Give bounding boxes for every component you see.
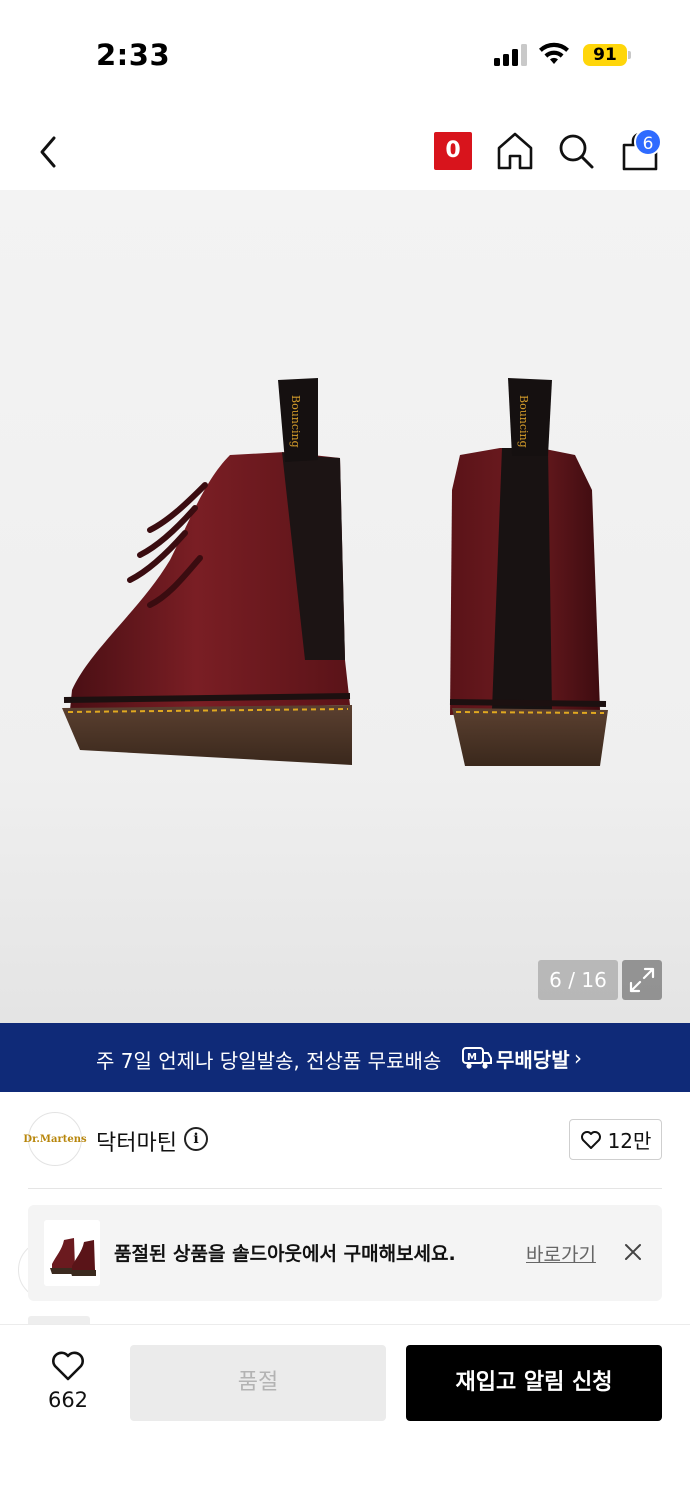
- battery-nub: [628, 51, 631, 59]
- delivery-logo-text: 무배당발: [496, 1047, 570, 1072]
- battery-indicator: 91: [583, 44, 627, 66]
- delivery-logo: M 무배당발: [462, 1043, 570, 1073]
- delivery-logo-mark: M: [467, 1052, 477, 1063]
- brand-like-button[interactable]: 12만: [569, 1119, 662, 1160]
- brand-like-count: 12만: [607, 1129, 652, 1153]
- divider: [28, 1188, 662, 1189]
- musinsa-button[interactable]: 0: [434, 132, 472, 170]
- expand-icon[interactable]: [622, 960, 662, 1000]
- chevron-left-icon[interactable]: [30, 130, 70, 174]
- info-icon[interactable]: i: [184, 1127, 208, 1151]
- image-page-counter: 6 / 16: [538, 960, 618, 1000]
- soldout-button[interactable]: 품절: [130, 1345, 386, 1421]
- brand-name[interactable]: 닥터마틴: [96, 1125, 177, 1157]
- restock-alert-button[interactable]: 재입고 알림 신청: [406, 1345, 662, 1421]
- wifi-icon: [539, 42, 569, 64]
- heart-icon: [580, 1130, 601, 1149]
- home-icon[interactable]: [495, 130, 535, 172]
- search-icon[interactable]: [556, 131, 596, 171]
- status-time: 2:33: [96, 38, 171, 72]
- chevron-right-icon: ›: [574, 1046, 582, 1070]
- close-icon[interactable]: [620, 1239, 646, 1265]
- soldout-notice-card: 품절된 상품을 솔드아웃에서 구매해보세요. 바로가기: [28, 1205, 662, 1301]
- svg-text:Bouncing: Bouncing: [517, 395, 530, 448]
- wishlist-count: 662: [47, 1388, 89, 1412]
- cart-count-badge: 6: [634, 128, 662, 156]
- notice-text: 품절된 상품을 솔드아웃에서 구매해보세요.: [114, 1243, 456, 1265]
- delivery-truck-icon: M: [462, 1047, 492, 1069]
- brand-logo[interactable]: Dr.Martens: [23, 1112, 87, 1166]
- brand-logo-text: Dr.Martens: [23, 1133, 87, 1145]
- status-bar: 2:33 91: [0, 0, 690, 110]
- notice-shortcut-link[interactable]: 바로가기: [526, 1240, 596, 1267]
- wishlist-heart-icon[interactable]: [50, 1350, 86, 1382]
- notice-product-thumbnail: [44, 1220, 100, 1286]
- cellular-signal-icon: [494, 44, 528, 66]
- delivery-banner[interactable]: 주 7일 언제나 당일발송, 전상품 무료배송 M 무배당발 ›: [0, 1023, 690, 1092]
- delivery-banner-text: 주 7일 언제나 당일발송, 전상품 무료배송: [96, 1049, 442, 1073]
- product-image-gallery[interactable]: Bouncing Bouncing: [0, 190, 690, 1023]
- svg-text:Bouncing: Bouncing: [289, 395, 302, 448]
- product-image-boots: Bouncing Bouncing: [62, 378, 608, 766]
